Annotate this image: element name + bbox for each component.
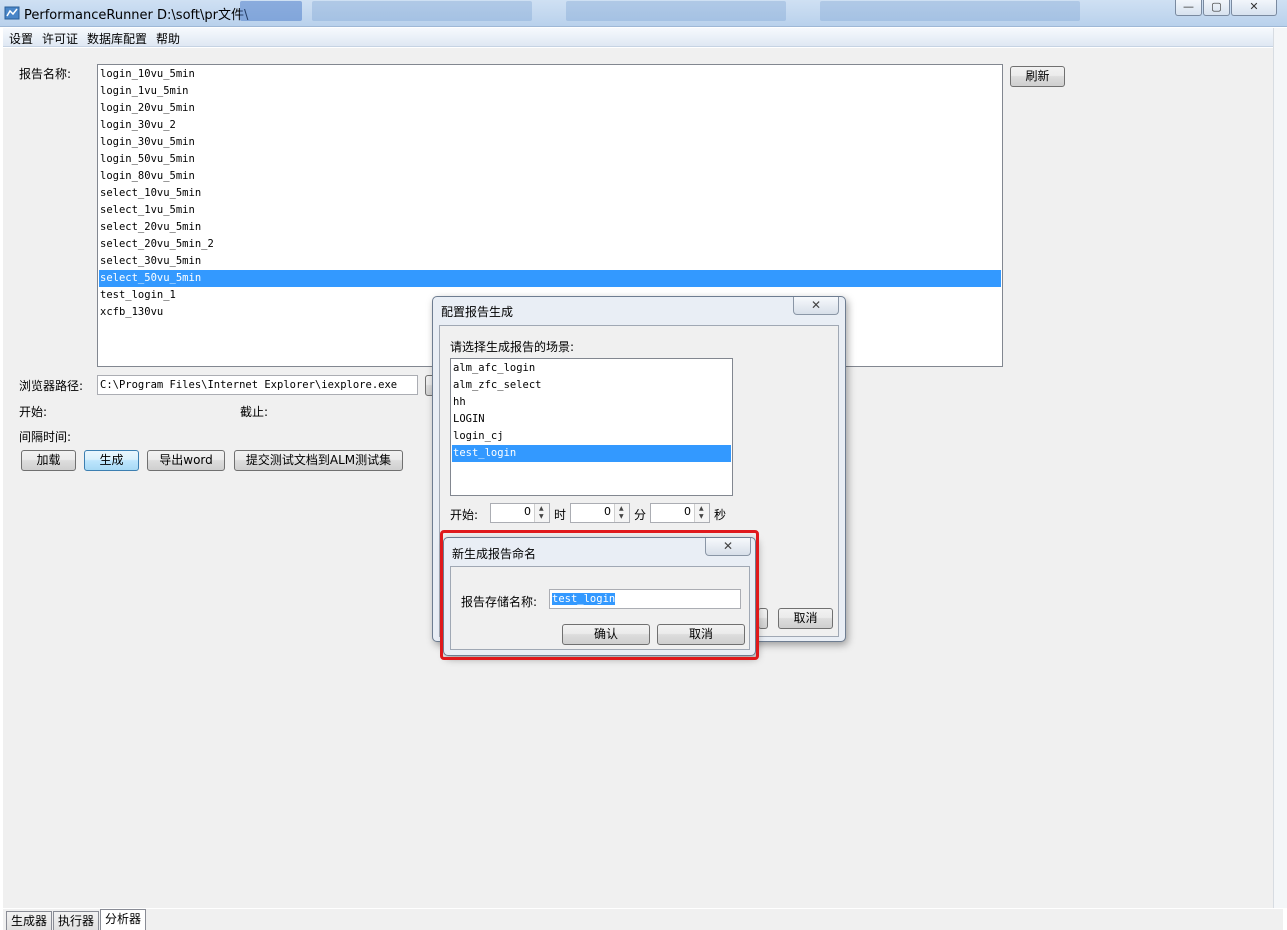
browser-path-label: 浏览器路径: <box>19 379 84 393</box>
window-edge <box>1273 28 1287 908</box>
export-word-button[interactable]: 导出word <box>147 450 225 471</box>
list-item[interactable]: login_20vu_5min <box>99 100 1001 117</box>
hour-unit: 时 <box>554 508 567 522</box>
bottom-tabs: 生成器 执行器 分析器 <box>3 909 1283 930</box>
second-spinner[interactable]: 0 ▲ ▼ <box>650 503 710 523</box>
list-item[interactable]: login_80vu_5min <box>99 168 1001 185</box>
hidden-ok-button[interactable] <box>758 608 768 629</box>
spinner-arrows-icon[interactable]: ▲ ▼ <box>534 504 549 522</box>
spinner-arrows-icon[interactable]: ▲ ▼ <box>694 504 709 522</box>
window-title: PerformanceRunner D:\soft\pr文件\ <box>24 8 249 23</box>
hour-value: 0 <box>524 505 531 518</box>
list-item[interactable]: LOGIN <box>452 411 731 428</box>
list-item[interactable]: select_10vu_5min <box>99 185 1001 202</box>
list-item[interactable]: hh <box>452 394 731 411</box>
config-dialog-close-icon[interactable]: ✕ <box>793 297 839 315</box>
minute-spinner[interactable]: 0 ▲ ▼ <box>570 503 630 523</box>
tab-generator[interactable]: 生成器 <box>6 911 52 930</box>
taskbar-ghost <box>240 1 302 21</box>
list-item[interactable]: login_30vu_2 <box>99 117 1001 134</box>
list-item[interactable]: login_1vu_5min <box>99 83 1001 100</box>
list-item[interactable]: test_login <box>452 445 731 462</box>
list-item[interactable]: select_20vu_5min <box>99 219 1001 236</box>
menu-license[interactable]: 许可证 <box>42 30 78 47</box>
hour-spinner[interactable]: 0 ▲ ▼ <box>490 503 550 523</box>
list-item[interactable]: alm_afc_login <box>452 360 731 377</box>
scene-start-label: 开始: <box>450 508 479 522</box>
highlight-box <box>440 530 759 660</box>
browser-path-field[interactable]: C:\Program Files\Internet Explorer\iexpl… <box>97 375 418 395</box>
start-label: 开始: <box>19 405 48 419</box>
list-item[interactable]: login_cj <box>452 428 731 445</box>
list-item[interactable]: alm_zfc_select <box>452 377 731 394</box>
menu-bar: 设置 许可证 数据库配置 帮助 <box>3 28 1273 47</box>
end-label: 截止: <box>240 405 269 419</box>
app-icon <box>4 6 20 20</box>
second-value: 0 <box>684 505 691 518</box>
list-item[interactable]: login_50vu_5min <box>99 151 1001 168</box>
menu-db-config[interactable]: 数据库配置 <box>87 30 147 47</box>
spinner-arrows-icon[interactable]: ▲ ▼ <box>614 504 629 522</box>
load-button[interactable]: 加载 <box>21 450 76 471</box>
report-name-label: 报告名称: <box>19 67 72 81</box>
minimize-button[interactable]: — <box>1175 0 1202 16</box>
list-item[interactable]: login_30vu_5min <box>99 134 1001 151</box>
menu-help[interactable]: 帮助 <box>156 30 180 47</box>
submit-alm-button[interactable]: 提交测试文档到ALM测试集 <box>234 450 403 471</box>
scene-label: 请选择生成报告的场景: <box>450 340 575 354</box>
second-unit: 秒 <box>714 508 727 522</box>
list-item[interactable]: login_10vu_5min <box>99 66 1001 83</box>
list-item[interactable]: select_30vu_5min <box>99 253 1001 270</box>
config-dialog-title: 配置报告生成 <box>441 305 514 319</box>
title-bar: PerformanceRunner D:\soft\pr文件\ — ▢ ✕ <box>0 0 1287 27</box>
maximize-button[interactable]: ▢ <box>1203 0 1230 16</box>
scene-list[interactable]: alm_afc_login alm_zfc_select hh LOGIN login_… <box>450 358 733 496</box>
tab-analyzer[interactable]: 分析器 <box>100 909 146 930</box>
menu-settings[interactable]: 设置 <box>9 30 33 47</box>
list-item[interactable]: select_1vu_5min <box>99 202 1001 219</box>
list-item[interactable]: select_20vu_5min_2 <box>99 236 1001 253</box>
config-cancel-button[interactable]: 取消 <box>778 608 833 629</box>
minute-value: 0 <box>604 505 611 518</box>
generate-button[interactable]: 生成 <box>84 450 139 471</box>
taskbar-ghost <box>312 1 532 21</box>
interval-label: 间隔时间: <box>19 430 72 444</box>
taskbar-ghost <box>566 1 786 21</box>
close-button[interactable]: ✕ <box>1231 0 1277 16</box>
taskbar-ghost <box>820 1 1080 21</box>
tab-executor[interactable]: 执行器 <box>53 911 99 930</box>
refresh-button[interactable]: 刷新 <box>1010 66 1065 87</box>
minute-unit: 分 <box>634 508 647 522</box>
list-item[interactable]: select_50vu_5min <box>99 270 1001 287</box>
